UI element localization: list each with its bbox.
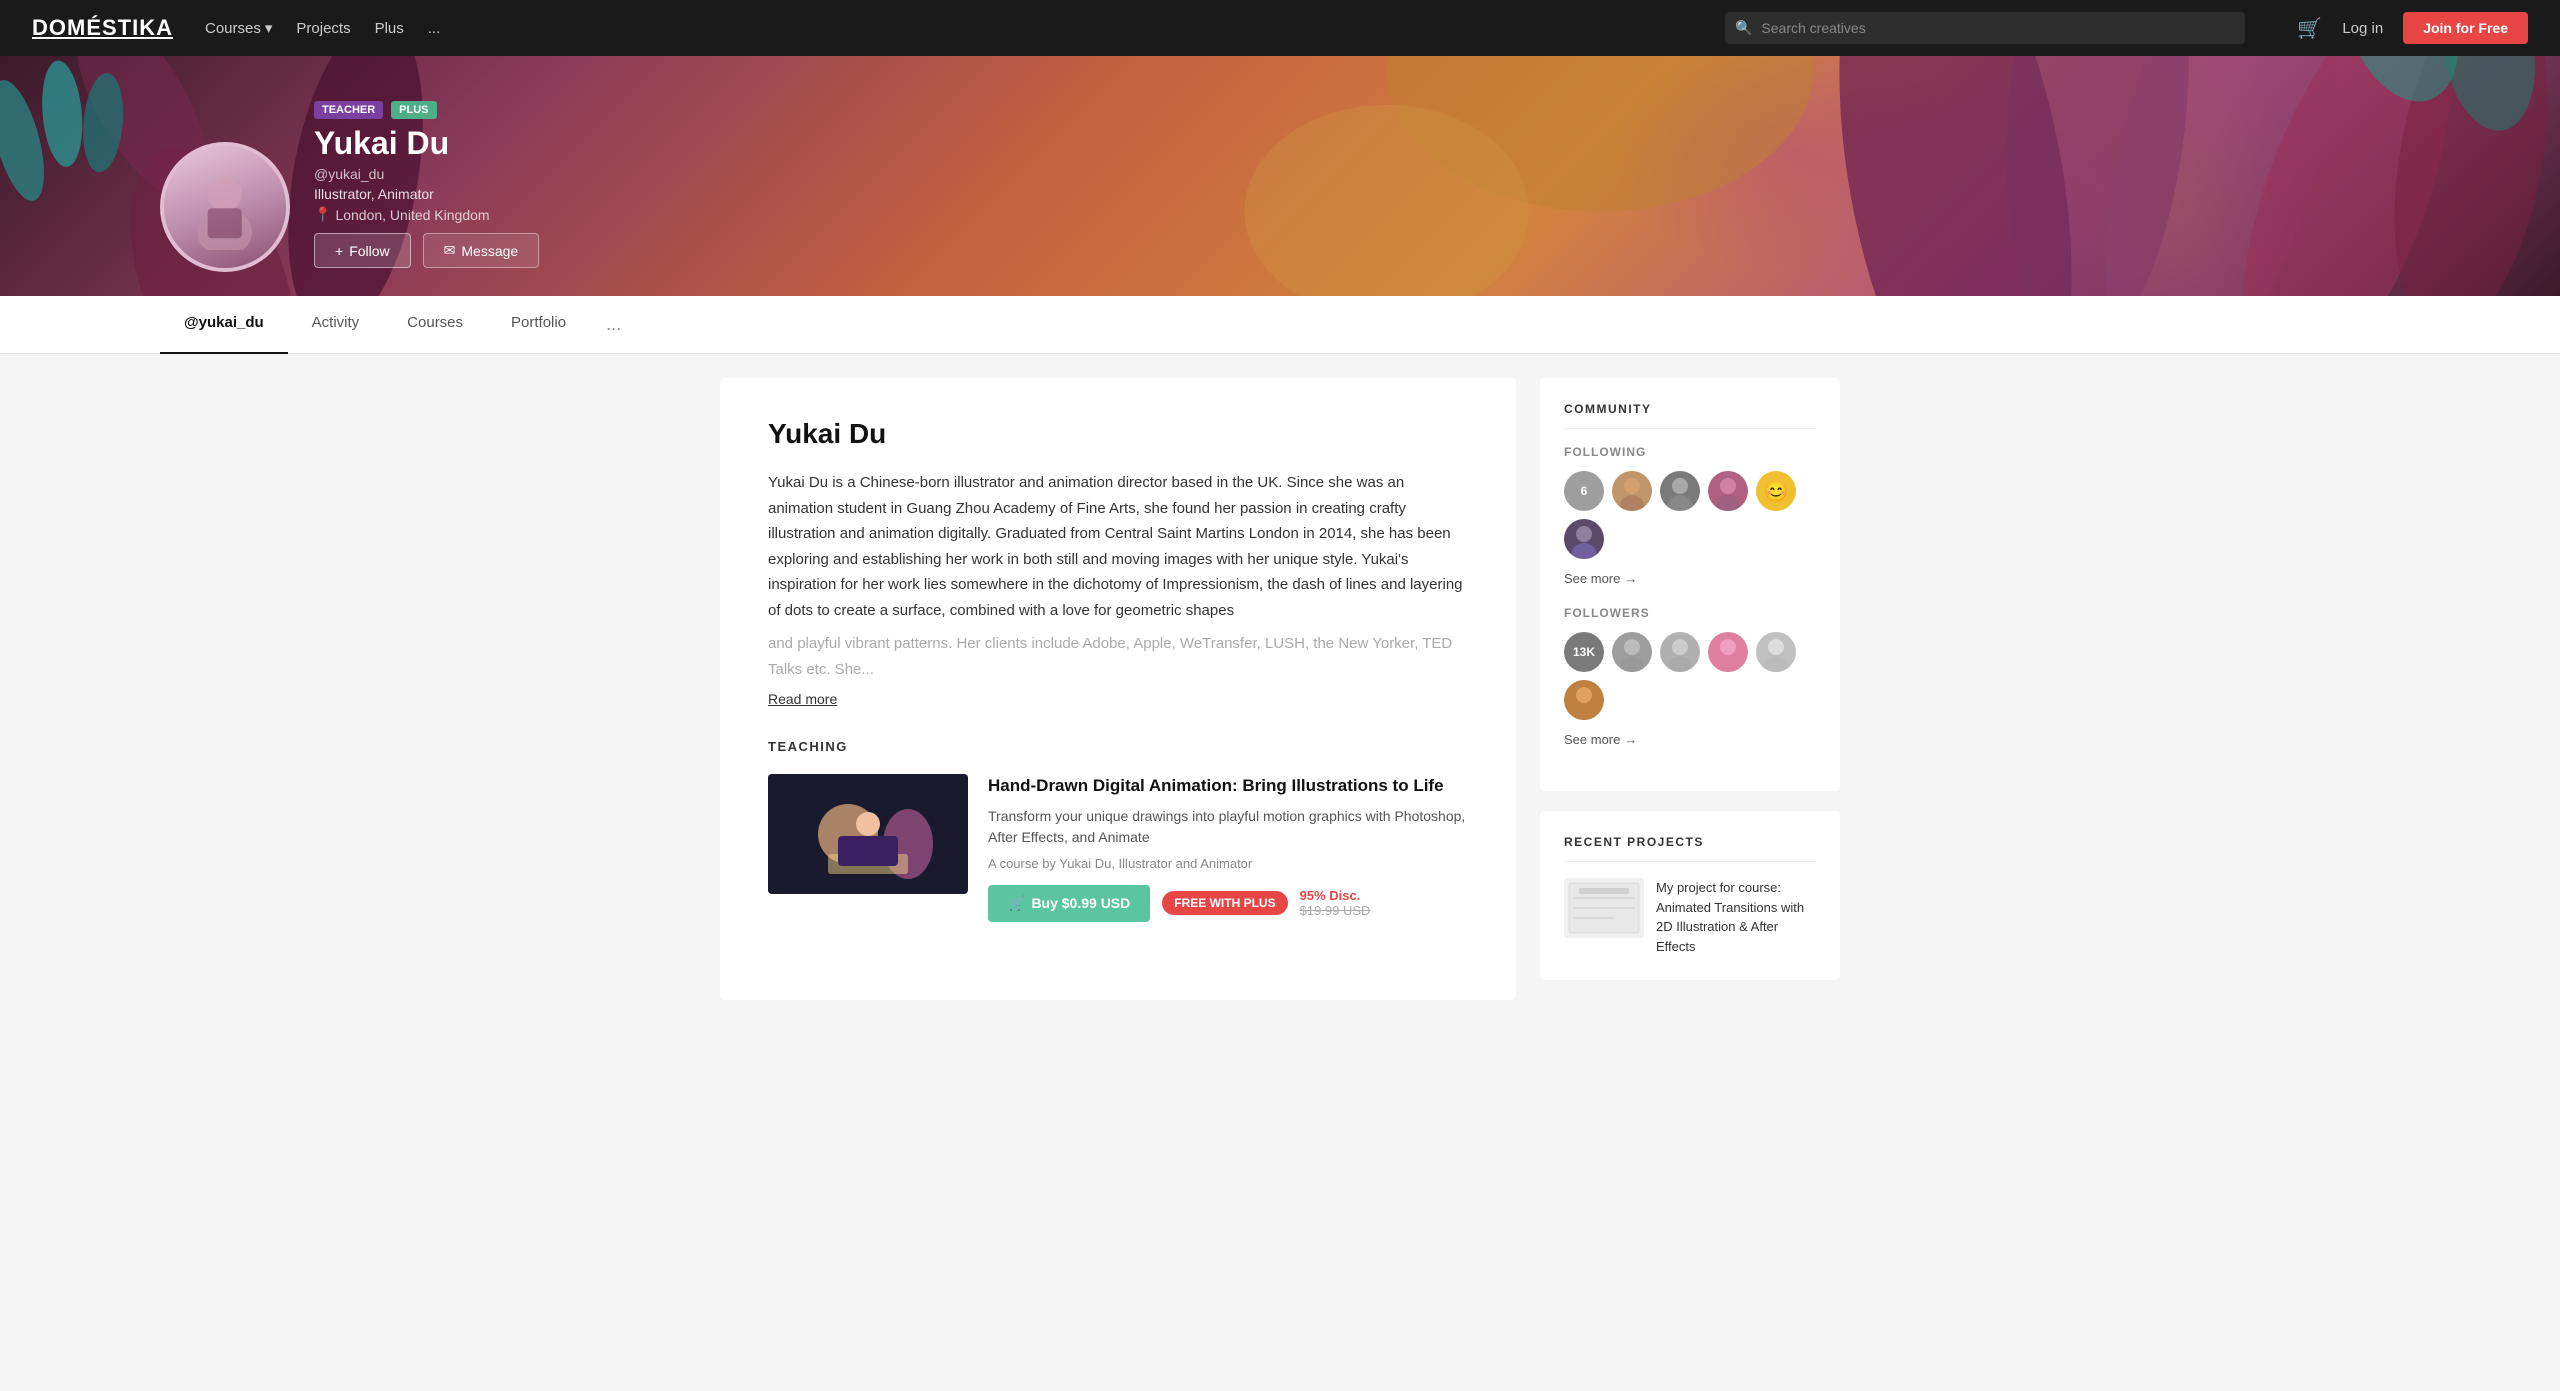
following-avatar-1[interactable] <box>1612 471 1652 511</box>
free-plus-badge: FREE WITH PLUS <box>1162 891 1287 915</box>
following-avatar-4[interactable]: 😊 <box>1756 471 1796 511</box>
profile-name: Yukai Du <box>314 125 539 162</box>
follow-button[interactable]: + Follow <box>314 233 411 268</box>
course-info: Hand-Drawn Digital Animation: Bring Illu… <box>988 774 1468 922</box>
cart-small-icon: 🛒 <box>1008 895 1025 912</box>
profile-tabs: @yukai_du Activity Courses Portfolio ... <box>0 296 2560 354</box>
profile-banner: TEACHER PLUS Yukai Du @yukai_du Illustra… <box>0 56 2560 296</box>
course-author: A course by Yukai Du, Illustrator and An… <box>988 856 1468 871</box>
nav-courses[interactable]: Courses ▾ <box>205 19 272 37</box>
mail-icon: ✉ <box>444 242 456 259</box>
nav-right: 🛒 Log in Join for Free <box>2297 12 2528 44</box>
follower-avatar-2[interactable] <box>1660 632 1700 672</box>
follower-avatar-4[interactable] <box>1756 632 1796 672</box>
profile-title: Illustrator, Animator <box>314 186 539 202</box>
followers-avatars: 13K <box>1564 632 1816 720</box>
community-title: COMMUNITY <box>1564 402 1816 429</box>
join-button[interactable]: Join for Free <box>2403 12 2528 44</box>
following-label: FOLLOWING <box>1564 445 1816 459</box>
teacher-badge: TEACHER <box>314 101 383 119</box>
arrow-right-icon: → <box>1624 571 1637 586</box>
cart-icon[interactable]: 🛒 <box>2297 16 2322 41</box>
discount-label: 95% Disc. <box>1300 888 1371 903</box>
content-right: COMMUNITY FOLLOWING 6 😊 <box>1540 378 1840 1000</box>
location-icon: 📍 <box>314 206 331 223</box>
avatar <box>160 142 290 272</box>
buy-button[interactable]: 🛒 Buy $0.99 USD <box>988 885 1150 922</box>
followers-count-badge: 13K <box>1564 632 1604 672</box>
plus-icon: + <box>335 243 343 259</box>
message-button[interactable]: ✉ Message <box>423 233 540 268</box>
course-card: Hand-Drawn Digital Animation: Bring Illu… <box>768 774 1468 922</box>
recent-project-item[interactable]: My project for course: Animated Transiti… <box>1564 878 1816 956</box>
search-input[interactable] <box>1725 12 2245 44</box>
following-count-badge: 6 <box>1564 471 1604 511</box>
recent-projects-section: RECENT PROJECTS My project fo <box>1540 811 1840 980</box>
course-price: 95% Disc. $19.99 USD <box>1300 888 1371 918</box>
course-desc: Transform your unique drawings into play… <box>988 806 1468 848</box>
tab-more[interactable]: ... <box>590 296 637 353</box>
read-more-link[interactable]: Read more <box>768 691 837 707</box>
navbar: DOMÉSTIKA Courses ▾ Projects Plus ... 🔍 … <box>0 0 2560 56</box>
tab-activity[interactable]: Activity <box>288 296 384 354</box>
nav-more[interactable]: ... <box>428 20 441 37</box>
following-see-more[interactable]: See more → <box>1564 571 1816 586</box>
profile-meta: TEACHER PLUS Yukai Du @yukai_du Illustra… <box>314 101 539 272</box>
nav-projects[interactable]: Projects <box>296 20 350 37</box>
bio-name: Yukai Du <box>768 418 1468 450</box>
teaching-label: TEACHING <box>768 739 1468 754</box>
follower-avatar-3[interactable] <box>1708 632 1748 672</box>
search-icon: 🔍 <box>1735 20 1752 37</box>
follower-avatar-5[interactable] <box>1564 680 1604 720</box>
profile-actions: + Follow ✉ Message <box>314 233 539 268</box>
following-avatar-3[interactable] <box>1708 471 1748 511</box>
profile-badges: TEACHER PLUS <box>314 101 539 119</box>
bio-text: Yukai Du is a Chinese-born illustrator a… <box>768 470 1468 623</box>
tab-courses[interactable]: Courses <box>383 296 487 354</box>
nav-plus[interactable]: Plus <box>375 20 404 37</box>
chevron-down-icon: ▾ <box>265 19 273 37</box>
tab-portfolio[interactable]: Portfolio <box>487 296 590 354</box>
arrow-right-icon-2: → <box>1624 732 1637 747</box>
profile-handle: @yukai_du <box>314 166 539 182</box>
main-content: Yukai Du Yukai Du is a Chinese-born illu… <box>560 354 2000 1024</box>
followers-see-more[interactable]: See more → <box>1564 732 1816 747</box>
following-avatar-5[interactable] <box>1564 519 1604 559</box>
login-link[interactable]: Log in <box>2342 20 2383 37</box>
nav-links: Courses ▾ Projects Plus ... <box>205 19 440 37</box>
course-title: Hand-Drawn Digital Animation: Bring Illu… <box>988 774 1468 798</box>
plus-badge: PLUS <box>391 101 436 119</box>
original-price: $19.99 USD <box>1300 903 1371 918</box>
project-title: My project for course: Animated Transiti… <box>1656 878 1816 956</box>
project-thumbnail <box>1564 878 1644 938</box>
following-avatars: 6 😊 <box>1564 471 1816 559</box>
tab-yukai-du[interactable]: @yukai_du <box>160 296 288 354</box>
bio-text-faded: and playful vibrant patterns. Her client… <box>768 631 1468 679</box>
community-section: COMMUNITY FOLLOWING 6 😊 <box>1540 378 1840 791</box>
course-thumbnail[interactable] <box>768 774 968 894</box>
content-left: Yukai Du Yukai Du is a Chinese-born illu… <box>720 378 1516 1000</box>
followers-label: FOLLOWERS <box>1564 606 1816 620</box>
course-actions: 🛒 Buy $0.99 USD FREE WITH PLUS 95% Disc.… <box>988 885 1468 922</box>
profile-info: TEACHER PLUS Yukai Du @yukai_du Illustra… <box>160 101 539 272</box>
follower-avatar-1[interactable] <box>1612 632 1652 672</box>
profile-location: 📍 London, United Kingdom <box>314 206 539 223</box>
logo[interactable]: DOMÉSTIKA <box>32 15 173 41</box>
following-avatar-2[interactable] <box>1660 471 1700 511</box>
search-wrap: 🔍 <box>1725 12 2245 44</box>
recent-projects-title: RECENT PROJECTS <box>1564 835 1816 862</box>
